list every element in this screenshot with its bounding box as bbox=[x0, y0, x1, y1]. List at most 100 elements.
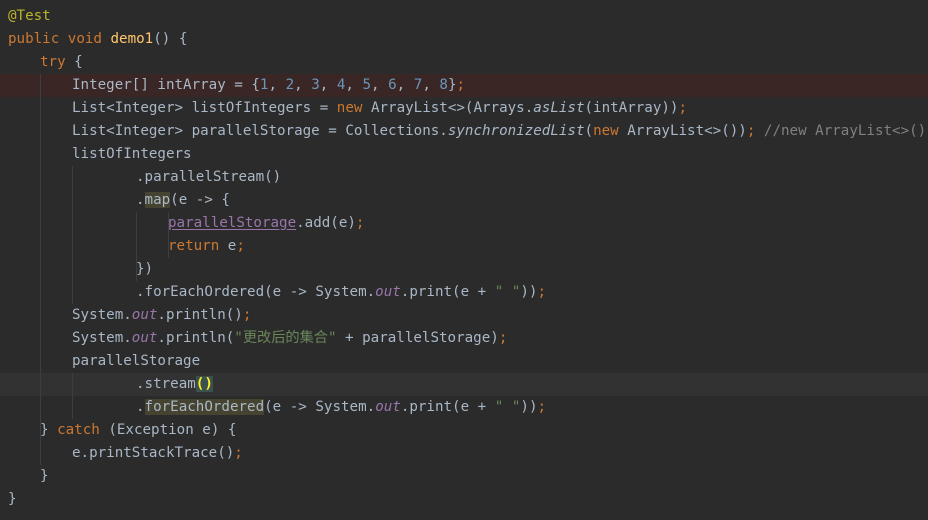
code-text: Integer[] intArray = {1, 2, 3, 4, 5, 6, … bbox=[72, 74, 465, 97]
code-line[interactable]: parallelStorage bbox=[0, 350, 928, 373]
code-line[interactable]: Integer[] intArray = {1, 2, 3, 4, 5, 6, … bbox=[0, 74, 928, 97]
code-editor[interactable]: @Test public void demo1() {try {Integer[]… bbox=[0, 0, 928, 520]
code-token: out bbox=[131, 307, 158, 323]
code-token: + parallelStorage) bbox=[336, 330, 499, 346]
code-text: public void demo1() { bbox=[8, 28, 187, 51]
code-text: }) bbox=[136, 258, 153, 281]
indent-guide bbox=[40, 235, 41, 258]
code-token: , bbox=[396, 77, 414, 93]
code-token: return bbox=[168, 238, 228, 254]
code-line[interactable]: try { bbox=[0, 51, 928, 74]
code-token: { bbox=[74, 54, 83, 70]
code-text: .map(e -> { bbox=[136, 189, 230, 212]
code-token: } bbox=[8, 491, 17, 507]
code-token: 3 bbox=[311, 77, 320, 93]
code-line[interactable]: } bbox=[0, 465, 928, 488]
indent-guide bbox=[40, 327, 41, 350]
code-token: //new ArrayList<>();// bbox=[763, 123, 928, 139]
code-token: , bbox=[268, 77, 286, 93]
code-token: .print(e + bbox=[400, 399, 495, 415]
indent-guide bbox=[40, 120, 41, 143]
code-token: try bbox=[40, 54, 75, 70]
code-line[interactable]: .stream() bbox=[0, 373, 928, 396]
code-token: @Test bbox=[8, 8, 51, 24]
code-token: , bbox=[294, 77, 312, 93]
indent-guide bbox=[72, 235, 73, 258]
code-token: }) bbox=[136, 261, 154, 277]
code-line[interactable]: .forEachOrdered(e -> System.out.print(e … bbox=[0, 396, 928, 419]
code-token: .forEachOrdered(e -> System. bbox=[136, 284, 376, 300]
code-token: ; bbox=[242, 307, 252, 323]
code-text: e.printStackTrace(); bbox=[72, 442, 243, 465]
code-token: } bbox=[40, 468, 49, 484]
code-text: } catch (Exception e) { bbox=[40, 419, 236, 442]
code-token: listOfIntegers bbox=[72, 146, 192, 162]
code-token: ; bbox=[537, 284, 547, 300]
code-token: .println( bbox=[157, 330, 235, 346]
code-token: () { bbox=[153, 31, 188, 47]
code-line[interactable]: e.printStackTrace(); bbox=[0, 442, 928, 465]
code-line[interactable]: .map(e -> { bbox=[0, 189, 928, 212]
code-token: System. bbox=[72, 307, 132, 323]
indent-guide bbox=[40, 143, 41, 166]
code-token: .parallelStream() bbox=[136, 169, 282, 185]
code-token: (e -> { bbox=[170, 192, 230, 208]
code-token: ArrayList<>(Arrays. bbox=[370, 100, 534, 116]
code-text: .stream() bbox=[136, 373, 213, 396]
code-line[interactable]: listOfIntegers bbox=[0, 143, 928, 166]
code-token: ; bbox=[234, 445, 243, 461]
code-text: System.out.println(); bbox=[72, 304, 251, 327]
code-line[interactable]: .parallelStream() bbox=[0, 166, 928, 189]
code-token: parallelStorage bbox=[168, 215, 297, 231]
code-text: } bbox=[8, 488, 17, 511]
code-line[interactable]: public void demo1() { bbox=[0, 28, 928, 51]
indent-guide bbox=[40, 258, 41, 281]
code-token: ; bbox=[355, 215, 365, 231]
indent-guide bbox=[40, 189, 41, 212]
code-token: "更改后的集合" bbox=[234, 330, 337, 346]
code-line[interactable]: List<Integer> listOfIntegers = new Array… bbox=[0, 97, 928, 120]
code-line[interactable]: }) bbox=[0, 258, 928, 281]
indent-guide bbox=[72, 373, 73, 396]
code-token: forEachOrdered bbox=[144, 399, 265, 415]
indent-guide bbox=[72, 281, 73, 304]
code-token: 6 bbox=[388, 77, 397, 93]
code-line[interactable]: } bbox=[0, 488, 928, 511]
code-token: out bbox=[131, 330, 158, 346]
code-token: .add(e) bbox=[296, 215, 356, 231]
code-text: @Test bbox=[8, 5, 51, 28]
code-line[interactable]: } catch (Exception e) { bbox=[0, 419, 928, 442]
code-token: out bbox=[375, 284, 401, 300]
code-token: )) bbox=[520, 284, 538, 300]
code-line[interactable]: return e; bbox=[0, 235, 928, 258]
code-line[interactable]: System.out.println("更改后的集合" + parallelSt… bbox=[0, 327, 928, 350]
code-token: ( bbox=[584, 123, 594, 139]
code-line[interactable]: parallelStorage.add(e); bbox=[0, 212, 928, 235]
code-token: ; bbox=[537, 399, 547, 415]
code-line[interactable]: System.out.println(); bbox=[0, 304, 928, 327]
code-token: new bbox=[593, 123, 628, 139]
code-text: .forEachOrdered(e -> System.out.print(e … bbox=[136, 396, 546, 419]
code-token: , bbox=[371, 77, 389, 93]
indent-guide bbox=[72, 212, 73, 235]
code-token: , bbox=[422, 77, 440, 93]
code-text: return e; bbox=[168, 235, 245, 258]
code-token: .print(e + bbox=[400, 284, 495, 300]
code-line[interactable]: @Test bbox=[0, 5, 928, 28]
code-text: System.out.println("更改后的集合" + parallelSt… bbox=[72, 327, 507, 350]
code-token: } bbox=[40, 422, 58, 438]
code-token: new bbox=[336, 100, 371, 116]
code-line[interactable]: .forEachOrdered(e -> System.out.print(e … bbox=[0, 281, 928, 304]
code-text: try { bbox=[40, 51, 83, 74]
code-token: ArrayList<>()) bbox=[627, 123, 747, 139]
indent-guide bbox=[72, 396, 73, 419]
code-token: " " bbox=[494, 399, 521, 415]
code-token: )) bbox=[520, 399, 538, 415]
code-token: . bbox=[136, 399, 145, 415]
code-text: listOfIntegers bbox=[72, 143, 192, 166]
indent-guide bbox=[72, 166, 73, 189]
indent-guide bbox=[40, 74, 41, 97]
code-line[interactable]: List<Integer> parallelStorage = Collecti… bbox=[0, 120, 928, 143]
code-text: .parallelStream() bbox=[136, 166, 281, 189]
code-token: (intArray)) bbox=[584, 100, 679, 116]
